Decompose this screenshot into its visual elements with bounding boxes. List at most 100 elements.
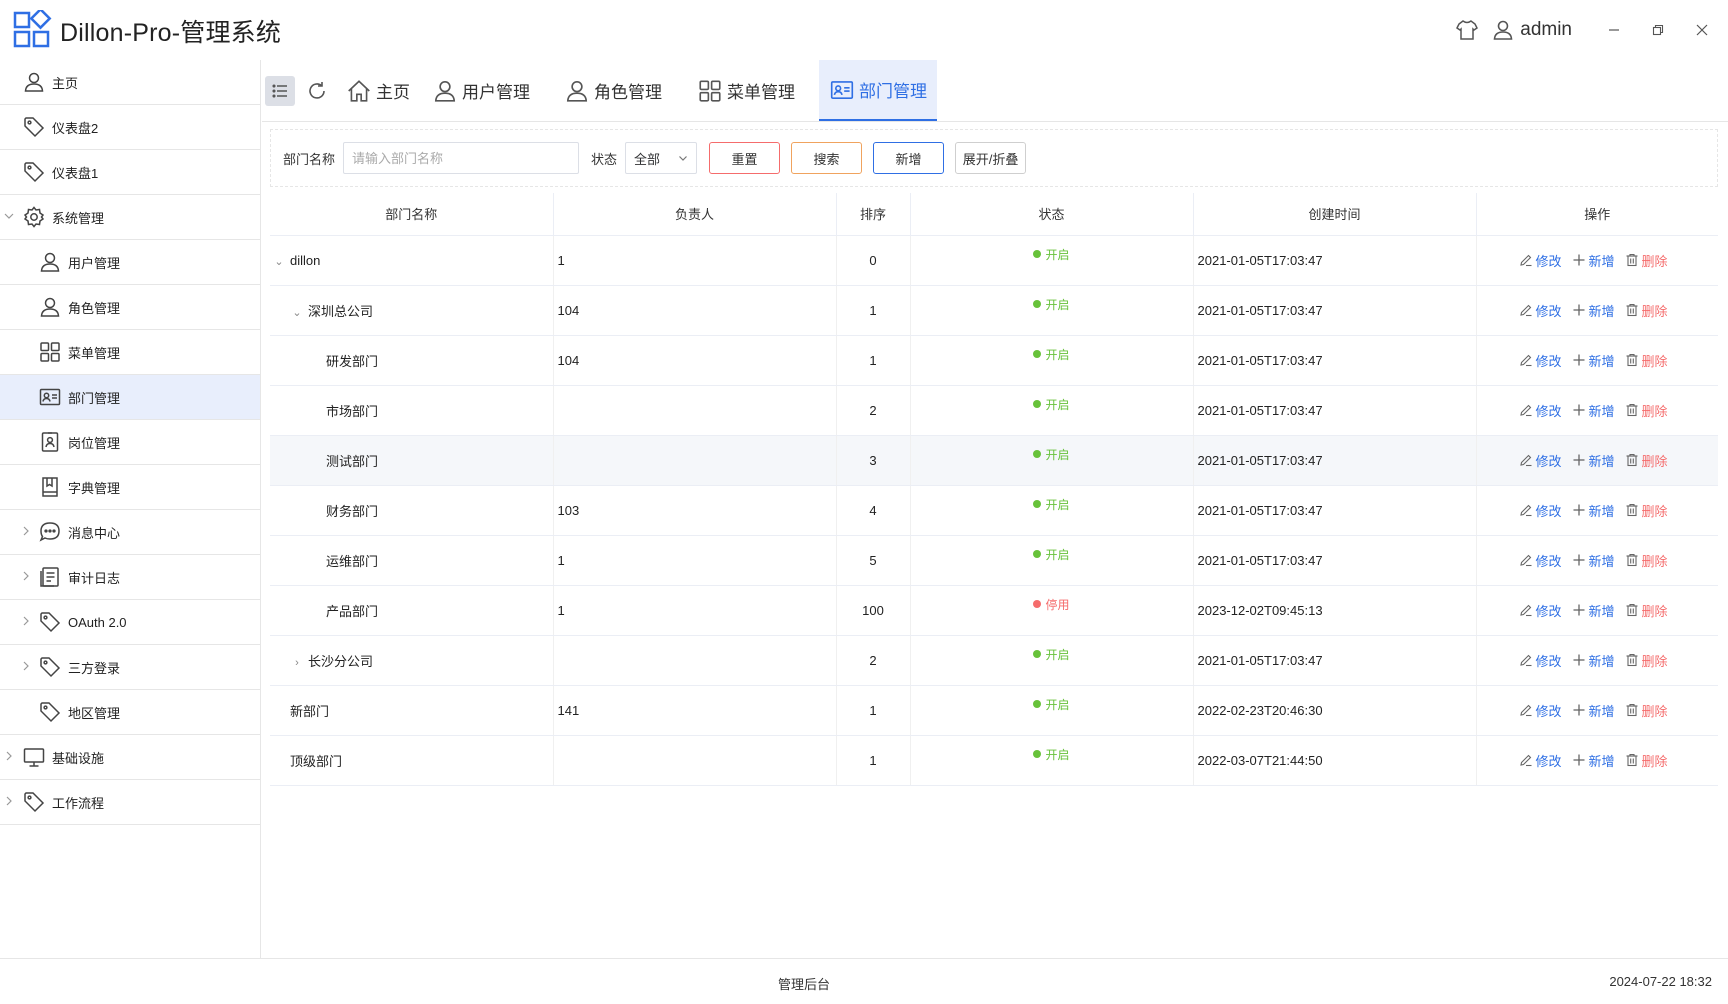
table-row[interactable]: ⌄ 深圳总公司 104 1 开启 2021-01-05T17:03:47 修改 新增 删除	[270, 285, 1718, 336]
shirt-icon[interactable]	[1454, 17, 1480, 43]
sidebar-item-0[interactable]: 主页	[0, 60, 260, 105]
delete-button[interactable]: 删除	[1625, 551, 1668, 570]
delete-button[interactable]: 删除	[1625, 301, 1668, 320]
add-child-button[interactable]: 新增	[1572, 401, 1615, 420]
tab-1[interactable]: 用户管理	[432, 60, 530, 121]
tab-2[interactable]: 角色管理	[564, 60, 662, 121]
table-row[interactable]: 财务部门 103 4 开启 2021-01-05T17:03:47 修改 新增 删除	[270, 485, 1718, 536]
col-header-name: 部门名称	[270, 193, 554, 236]
add-child-button[interactable]: 新增	[1572, 701, 1615, 720]
sidebar-item-5[interactable]: 角色管理	[0, 285, 260, 330]
add-child-button[interactable]: 新增	[1572, 301, 1615, 320]
sidebar-item-3[interactable]: 系统管理	[0, 195, 260, 240]
add-child-button[interactable]: 新增	[1572, 751, 1615, 770]
add-child-button[interactable]: 新增	[1572, 451, 1615, 470]
delete-button[interactable]: 删除	[1625, 251, 1668, 270]
trash-icon	[1626, 453, 1638, 467]
sidebar-item-2[interactable]: 仪表盘1	[0, 150, 260, 195]
add-child-button[interactable]: 新增	[1572, 351, 1615, 370]
expand-collapse-button[interactable]: 展开/折叠	[955, 142, 1027, 174]
tab-3[interactable]: 菜单管理	[697, 60, 795, 121]
table-row[interactable]: 研发部门 104 1 开启 2021-01-05T17:03:47 修改 新增 删除	[270, 335, 1718, 386]
sidebar-item-14[interactable]: 地区管理	[0, 690, 260, 735]
sidebar-item-16[interactable]: 工作流程	[0, 780, 260, 825]
sidebar-item-13[interactable]: 三方登录	[0, 645, 260, 690]
sidebar-item-label: 审计日志	[68, 570, 121, 586]
sidebar-item-12[interactable]: OAuth 2.0	[0, 600, 260, 645]
sidebar-item-10[interactable]: 消息中心	[0, 510, 260, 555]
add-child-button[interactable]: 新增	[1572, 551, 1615, 570]
sidebar-item-15[interactable]: 基础设施	[0, 735, 260, 780]
cell-created-time: 2021-01-05T17:03:47	[1193, 435, 1477, 486]
edit-button[interactable]: 修改	[1519, 701, 1562, 720]
sidebar-item-7[interactable]: 部门管理	[0, 375, 260, 420]
sidebar-item-label: 工作流程	[52, 795, 105, 811]
user-icon	[40, 297, 60, 317]
search-button[interactable]: 搜索	[791, 142, 863, 174]
delete-button[interactable]: 删除	[1625, 651, 1668, 670]
table-row[interactable]: 顶级部门 1 开启 2022-03-07T21:44:50 修改 新增 删除	[270, 735, 1718, 786]
cell-status: 开启	[910, 285, 1194, 336]
restore-button[interactable]	[1636, 15, 1680, 45]
sidebar-item-11[interactable]: 审计日志	[0, 555, 260, 600]
tab-label: 菜单管理	[727, 83, 795, 102]
dept-name-input[interactable]	[343, 142, 580, 174]
tab-label: 用户管理	[462, 83, 530, 102]
delete-button[interactable]: 删除	[1625, 401, 1668, 420]
id-card-icon	[39, 388, 61, 406]
table-row[interactable]: 运维部门 1 5 开启 2021-01-05T17:03:47 修改 新增 删除	[270, 535, 1718, 586]
edit-button[interactable]: 修改	[1519, 251, 1562, 270]
table-row[interactable]: 市场部门 2 开启 2021-01-05T17:03:47 修改 新增 删除	[270, 385, 1718, 436]
sidebar-item-1[interactable]: 仪表盘2	[0, 105, 260, 150]
cell-leader	[553, 385, 837, 436]
add-child-button[interactable]: 新增	[1572, 601, 1615, 620]
reset-button[interactable]: 重置	[709, 142, 781, 174]
edit-button[interactable]: 修改	[1519, 751, 1562, 770]
table-row[interactable]: 产品部门 1 100 停用 2023-12-02T09:45:13 修改 新增 删除	[270, 585, 1718, 636]
close-button[interactable]	[1680, 15, 1724, 45]
add-button[interactable]: 新增	[873, 142, 945, 174]
edit-button[interactable]: 修改	[1519, 451, 1562, 470]
sidebar-item-8[interactable]: 岗位管理	[0, 420, 260, 465]
user-icon[interactable]	[1490, 17, 1516, 43]
cell-status: 开启	[910, 635, 1194, 686]
expand-down-icon[interactable]: ⌄	[272, 255, 286, 268]
delete-button[interactable]: 删除	[1625, 451, 1668, 470]
add-child-button[interactable]: 新增	[1572, 651, 1615, 670]
edit-button[interactable]: 修改	[1519, 551, 1562, 570]
add-child-button[interactable]: 新增	[1572, 251, 1615, 270]
table-row[interactable]: 测试部门 3 开启 2021-01-05T17:03:47 修改 新增 删除	[270, 435, 1718, 486]
delete-button[interactable]: 删除	[1625, 351, 1668, 370]
sidebar-item-9[interactable]: 字典管理	[0, 465, 260, 510]
table-row[interactable]: ⌄ dillon 1 0 开启 2021-01-05T17:03:47 修改 新增 删除	[270, 235, 1718, 286]
edit-button[interactable]: 修改	[1519, 501, 1562, 520]
sidebar-item-6[interactable]: 菜单管理	[0, 330, 260, 375]
tab-0[interactable]: 主页	[346, 60, 410, 121]
edit-button[interactable]: 修改	[1519, 351, 1562, 370]
table-row[interactable]: 新部门 141 1 开启 2022-02-23T20:46:30 修改 新增 删除	[270, 685, 1718, 736]
edit-button[interactable]: 修改	[1519, 601, 1562, 620]
table-row[interactable]: › 长沙分公司 2 开启 2021-01-05T17:03:47 修改 新增 删除	[270, 635, 1718, 686]
delete-button[interactable]: 删除	[1625, 501, 1668, 520]
plus-icon	[1573, 504, 1585, 516]
minimize-button[interactable]	[1592, 15, 1636, 45]
delete-button[interactable]: 删除	[1625, 751, 1668, 770]
sidebar-item-4[interactable]: 用户管理	[0, 240, 260, 285]
status-select[interactable]: 全部	[625, 142, 698, 174]
expand-down-icon[interactable]: ⌄	[290, 306, 304, 319]
refresh-button[interactable]	[302, 76, 332, 106]
delete-button[interactable]: 删除	[1625, 601, 1668, 620]
edit-button[interactable]: 修改	[1519, 301, 1562, 320]
dept-name: 深圳总公司	[308, 303, 374, 319]
tab-4[interactable]: 部门管理	[819, 60, 937, 121]
edit-button[interactable]: 修改	[1519, 401, 1562, 420]
chevron-down-icon	[4, 213, 14, 219]
status-badge: 开启	[1033, 746, 1070, 763]
menu-toggle-button[interactable]	[265, 76, 295, 106]
username[interactable]: admin	[1520, 19, 1572, 41]
edit-button[interactable]: 修改	[1519, 651, 1562, 670]
add-child-button[interactable]: 新增	[1572, 501, 1615, 520]
delete-button[interactable]: 删除	[1625, 701, 1668, 720]
expand-right-icon[interactable]: ›	[290, 657, 304, 669]
tab-label: 主页	[376, 83, 410, 102]
